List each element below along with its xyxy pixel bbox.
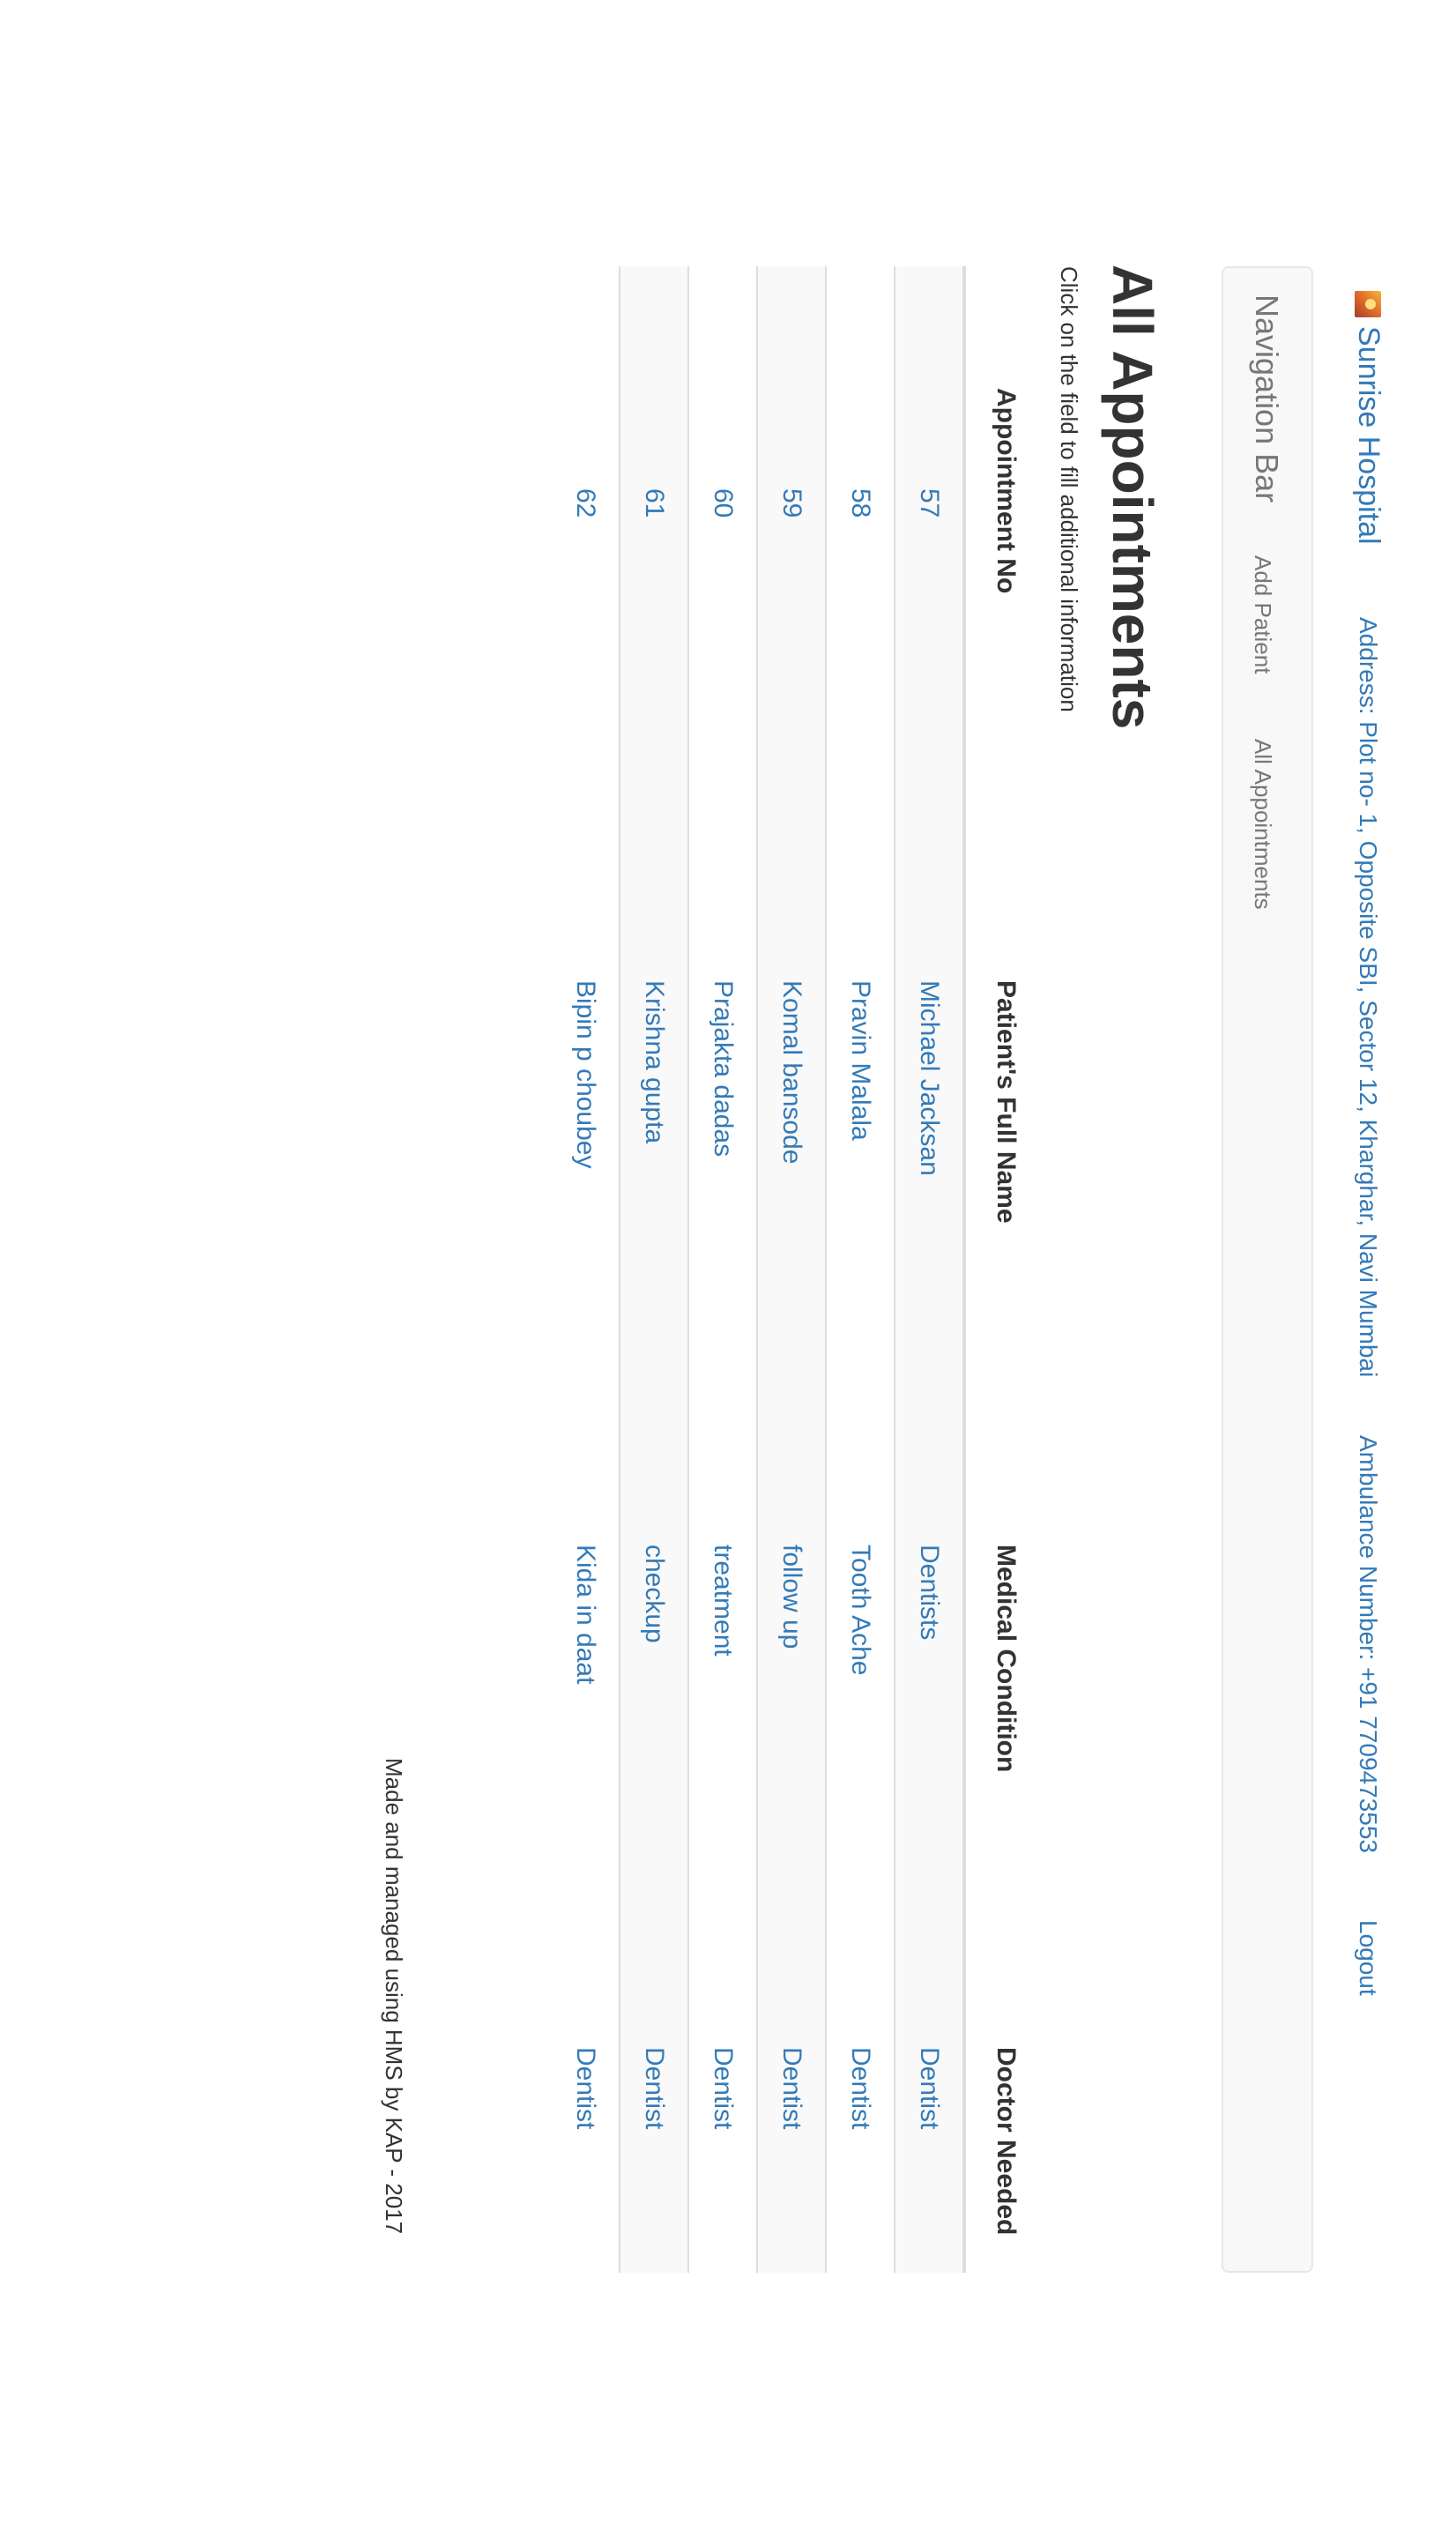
- cell-medical-condition: Kida in daat: [552, 1545, 620, 2047]
- brand-name: Sunrise Hospital: [1352, 326, 1385, 545]
- appointment-no-link[interactable]: 61: [640, 488, 669, 517]
- cell-doctor-needed: Dentist: [826, 2047, 895, 2273]
- appointment-no-link[interactable]: 58: [846, 488, 875, 517]
- appointment-no-link[interactable]: 57: [915, 488, 944, 517]
- medical-condition-link[interactable]: Kida in daat: [571, 1545, 600, 1684]
- cell-patient-name: Michael Jacksan: [895, 980, 964, 1545]
- cell-patient-name: Pravin Malala: [826, 980, 895, 1545]
- appointments-table-container: Appointment No Patient's Full Name Medic…: [552, 266, 1045, 2273]
- doctor-needed-link[interactable]: Dentist: [640, 2047, 669, 2129]
- header-doctor-needed: Doctor Needed: [964, 2047, 1045, 2273]
- cell-doctor-needed: Dentist: [895, 2047, 964, 2273]
- cell-doctor-needed: Dentist: [552, 2047, 620, 2273]
- rotated-page: Sunrise Hospital Address: Plot no- 1, Op…: [0, 0, 1456, 2539]
- medical-condition-link[interactable]: Dentists: [915, 1545, 944, 1640]
- cell-appointment-no: 61: [620, 266, 688, 980]
- table-row: 59 Komal bansode follow up Dentist: [757, 266, 826, 2273]
- logout-link[interactable]: Logout: [1354, 1920, 1382, 1996]
- cell-medical-condition: treatment: [688, 1545, 757, 2047]
- table-row: 62 Bipin p choubey Kida in daat Dentist: [552, 266, 620, 2273]
- medical-condition-link[interactable]: treatment: [709, 1545, 738, 1657]
- patient-name-link[interactable]: Krishna gupta: [640, 980, 669, 1143]
- brand-link[interactable]: Sunrise Hospital: [1351, 291, 1385, 545]
- cell-medical-condition: Dentists: [895, 1545, 964, 2047]
- cell-patient-name: Komal bansode: [757, 980, 826, 1545]
- cell-appointment-no: 59: [757, 266, 826, 980]
- patient-name-link[interactable]: Pravin Malala: [846, 980, 875, 1141]
- table-row: 60 Prajakta dadas treatment Dentist: [688, 266, 757, 2273]
- header-appointment-no: Appointment No: [964, 266, 1045, 980]
- ambulance-number-link[interactable]: Ambulance Number: +91 7709473553: [1354, 1435, 1382, 1853]
- table-row: 57 Michael Jacksan Dentists Dentist: [895, 266, 964, 2273]
- appointment-no-link[interactable]: 62: [571, 488, 600, 517]
- navigation-bar: Navigation Bar Add Patient All Appointme…: [1222, 266, 1313, 2273]
- medical-condition-link[interactable]: checkup: [640, 1545, 669, 1643]
- header-patient-name: Patient's Full Name: [964, 980, 1045, 1545]
- cell-patient-name: Bipin p choubey: [552, 980, 620, 1545]
- patient-name-link[interactable]: Michael Jacksan: [915, 980, 944, 1176]
- medical-condition-link[interactable]: follow up: [777, 1545, 806, 1649]
- cell-medical-condition: checkup: [620, 1545, 688, 2047]
- patient-name-link[interactable]: Prajakta dadas: [709, 980, 738, 1157]
- page-subtitle: Click on the field to fill additional in…: [1056, 266, 1082, 712]
- patient-name-link[interactable]: Bipin p choubey: [571, 980, 600, 1169]
- cell-appointment-no: 60: [688, 266, 757, 980]
- doctor-needed-link[interactable]: Dentist: [571, 2047, 600, 2129]
- address-link[interactable]: Address: Plot no- 1, Opposite SBI, Secto…: [1354, 617, 1382, 1377]
- table-header-row: Appointment No Patient's Full Name Medic…: [964, 266, 1045, 2273]
- nav-all-appointments[interactable]: All Appointments: [1249, 739, 1276, 910]
- footer-credit: Made and managed using HMS by KAP - 2017: [381, 1758, 407, 2235]
- appointments-table: Appointment No Patient's Full Name Medic…: [552, 266, 1045, 2273]
- cell-appointment-no: 58: [826, 266, 895, 980]
- doctor-needed-link[interactable]: Dentist: [915, 2047, 944, 2129]
- cell-doctor-needed: Dentist: [620, 2047, 688, 2273]
- navigation-bar-brand[interactable]: Navigation Bar: [1248, 294, 1285, 503]
- doctor-needed-link[interactable]: Dentist: [709, 2047, 738, 2129]
- patient-name-link[interactable]: Komal bansode: [777, 980, 806, 1164]
- page-title: All Appointments: [1101, 264, 1164, 730]
- table-body: 57 Michael Jacksan Dentists Dentist 58 P…: [552, 266, 964, 2273]
- sunrise-logo-icon: [1355, 291, 1382, 317]
- header-medical-condition: Medical Condition: [964, 1545, 1045, 2047]
- table-header: Appointment No Patient's Full Name Medic…: [964, 266, 1045, 2273]
- doctor-needed-link[interactable]: Dentist: [777, 2047, 806, 2129]
- cell-doctor-needed: Dentist: [757, 2047, 826, 2273]
- table-row: 58 Pravin Malala Tooth Ache Dentist: [826, 266, 895, 2273]
- cell-medical-condition: follow up: [757, 1545, 826, 2047]
- cell-patient-name: Prajakta dadas: [688, 980, 757, 1545]
- page-viewport: Sunrise Hospital Address: Plot no- 1, Op…: [0, 0, 1456, 2539]
- cell-medical-condition: Tooth Ache: [826, 1545, 895, 2047]
- cell-appointment-no: 62: [552, 266, 620, 980]
- cell-patient-name: Krishna gupta: [620, 980, 688, 1545]
- doctor-needed-link[interactable]: Dentist: [846, 2047, 875, 2129]
- nav-add-patient[interactable]: Add Patient: [1249, 555, 1276, 674]
- appointment-no-link[interactable]: 59: [777, 488, 806, 517]
- table-row: 61 Krishna gupta checkup Dentist: [620, 266, 688, 2273]
- appointment-no-link[interactable]: 60: [709, 488, 738, 517]
- cell-appointment-no: 57: [895, 266, 964, 980]
- medical-condition-link[interactable]: Tooth Ache: [846, 1545, 875, 1675]
- cell-doctor-needed: Dentist: [688, 2047, 757, 2273]
